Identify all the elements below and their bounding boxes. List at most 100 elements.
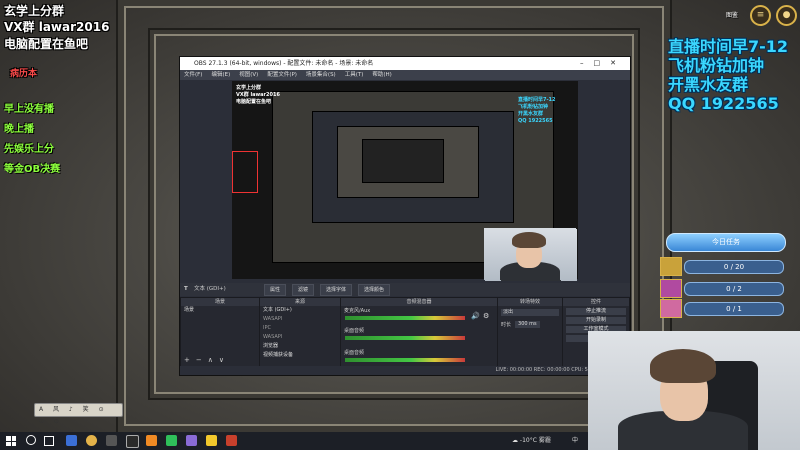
menu-icon[interactable]: ≡ <box>750 5 771 26</box>
quest-progress: 0 / 20 <box>684 260 784 274</box>
obs-status-bar: LIVE: 00:00:00 REC: 00:00:00 CPU: 5.7%, … <box>180 366 630 375</box>
overlay-qq-number: QQ 1922565 <box>668 94 779 113</box>
quest-icon <box>660 257 682 276</box>
menu-scene-collection[interactable]: 场景集合(S) <box>306 70 336 80</box>
taskbar-app-icon[interactable] <box>66 435 77 446</box>
streamer-hair <box>650 349 716 383</box>
audio-mixer-panel: 音频混音器 麦克风/Aux 桌面音频 桌面音频 🔊 ⚙ <box>340 297 498 367</box>
taskbar-app-icon[interactable] <box>186 435 197 446</box>
overlay-note-3: 先娱乐上分 <box>4 144 54 155</box>
select-font-button[interactable]: 选择字体 <box>320 284 353 296</box>
shop-icon[interactable]: ● <box>776 5 797 26</box>
quest-progress: 0 / 1 <box>684 302 784 316</box>
task-view-icon[interactable] <box>44 436 54 446</box>
overlay-fan-group: 开黑水友群 <box>668 75 749 94</box>
taskbar-app-icon[interactable] <box>106 435 117 446</box>
overlay-title: 玄学上分群 <box>4 4 65 18</box>
nested-capture-4 <box>362 139 444 183</box>
source-item[interactable]: WASAPI <box>260 333 340 342</box>
overlay-note-2: 晚上播 <box>4 124 34 135</box>
start-recording-button[interactable]: 开始录制 <box>566 317 626 324</box>
quest-row: 0 / 2 <box>660 279 784 298</box>
mixer-track-label: 桌面音频 <box>344 350 365 356</box>
selected-source-label: 文本 (GDI+) <box>194 286 226 292</box>
emote-toolbar[interactable]: A 风 ♪ 笑 ⊙ ⊙ ⊙ <box>34 403 123 425</box>
webcam-preview <box>484 228 576 280</box>
quest-progress: 0 / 2 <box>684 282 784 296</box>
obs-menu-bar: 文件(F) 编辑(E) 视图(V) 配置文件(P) 场景集合(S) 工具(T) … <box>180 70 630 80</box>
source-item[interactable]: 视频捕获设备 <box>260 351 340 360</box>
stop-streaming-button[interactable]: 停止推流 <box>566 308 626 315</box>
menu-file[interactable]: 文件(F) <box>184 70 202 80</box>
overlay-pc-config: 电脑配置在鱼吧 <box>4 37 89 51</box>
overlay-gift-note: 飞机粉钻加钟 <box>668 56 765 75</box>
overlay-note-4: 等金OB决赛 <box>4 164 61 175</box>
search-icon[interactable] <box>26 435 36 445</box>
taskbar-app-icon[interactable] <box>146 435 157 446</box>
taskbar-app-icon[interactable] <box>86 435 97 446</box>
select-color-button[interactable]: 选择颜色 <box>358 284 391 296</box>
overlay-stream-time: 直播时间早7-12 <box>668 37 789 56</box>
audio-meter <box>345 316 465 320</box>
webcam-main <box>588 331 800 450</box>
obs-title-bar[interactable]: OBS 27.1.3 (64-bit, windows) - 配置文件: 未命名… <box>180 57 630 70</box>
transitions-panel: 转场特效 淡出 时长 300 ms <box>497 297 563 367</box>
quest-row: 0 / 1 <box>660 299 784 318</box>
source-toolbar: T 文本 (GDI+) 属性 滤镜 选择字体 选择颜色 <box>180 283 630 296</box>
duration-row: 时长 300 ms <box>498 319 562 330</box>
taskbar-app-icon[interactable] <box>206 435 217 446</box>
source-item[interactable]: IPC <box>260 324 340 333</box>
text-source-icon: T <box>184 286 188 292</box>
scene-controls[interactable]: +−∧∨ <box>184 356 230 364</box>
ime-indicator[interactable]: 中 <box>572 432 578 450</box>
overlay-note-1: 早上没有播 <box>4 104 54 115</box>
obs-title-text: OBS 27.1.3 (64-bit, windows) - 配置文件: 未命名… <box>194 60 374 67</box>
quest-icon <box>660 299 682 318</box>
taskbar-app-icon[interactable] <box>226 435 237 446</box>
overlay-medical-record: 病历本 <box>10 69 38 79</box>
windows-taskbar: ☁ -10°C 雾霾 中 <box>0 432 588 450</box>
quest-icon <box>660 279 682 298</box>
volume-icon[interactable]: 🔊 <box>471 312 480 320</box>
properties-button[interactable]: 属性 <box>264 284 287 296</box>
sources-header: 来源 <box>260 298 340 306</box>
obs-window[interactable]: OBS 27.1.3 (64-bit, windows) - 配置文件: 未命名… <box>179 56 631 376</box>
mixer-track-label: 桌面音频 <box>344 328 365 334</box>
menu-edit[interactable]: 编辑(E) <box>211 70 230 80</box>
cloud-icon: ☁ <box>512 437 518 444</box>
scenes-header: 场景 <box>181 298 259 306</box>
mixer-header: 音频混音器 <box>341 298 497 306</box>
overlay-vx-group: VX群 lawar2016 <box>4 20 110 34</box>
source-item[interactable]: WASAPI <box>260 315 340 324</box>
gear-icon[interactable]: ⚙ <box>483 312 489 320</box>
source-item[interactable]: 浏览器 <box>260 342 340 351</box>
filters-button[interactable]: 滤镜 <box>292 284 315 296</box>
taskbar-app-icon[interactable] <box>126 435 139 448</box>
taskbar-app-icon[interactable] <box>166 435 177 446</box>
daily-quests-button[interactable]: 今日任务 <box>666 233 786 252</box>
audio-meter <box>345 336 465 340</box>
scene-item[interactable]: 场景 <box>181 306 259 315</box>
duration-input[interactable]: 300 ms <box>515 321 540 328</box>
weather-widget[interactable]: ☁ -10°C 雾霾 <box>512 432 551 450</box>
preview-red-box <box>232 151 258 193</box>
sources-panel: 来源 文本 (GDI+) WASAPI IPC WASAPI 浏览器 视频捕获设… <box>259 297 341 367</box>
menu-view[interactable]: 视图(V) <box>239 70 258 80</box>
menu-tools[interactable]: 工具(T) <box>345 70 364 80</box>
start-icon[interactable] <box>6 436 16 446</box>
controls-header: 控件 <box>563 298 629 306</box>
transition-select[interactable]: 淡出 <box>501 309 559 316</box>
weather-text: -10°C 雾霾 <box>519 437 551 444</box>
menu-profile[interactable]: 配置文件(P) <box>267 70 297 80</box>
menu-help[interactable]: 帮助(H) <box>372 70 391 80</box>
window-controls[interactable]: –□✕ <box>580 57 626 70</box>
scenes-panel: 场景 场景 +−∧∨ <box>180 297 260 367</box>
source-item[interactable]: 文本 (GDI+) <box>260 306 340 315</box>
preview-overlay-text: 玄学上分群 VX群 lawar2016 电脑配置在鱼吧 <box>236 85 280 105</box>
collection-label[interactable]: 图鉴 <box>726 10 738 19</box>
preview-overlay-blue: 直播时间早7-12 飞机粉钻加钟 开黑水友群 QQ 1922565 <box>518 97 556 124</box>
audio-meter <box>345 358 465 362</box>
quest-row: 0 / 20 <box>660 257 784 276</box>
duration-label: 时长 <box>501 322 512 328</box>
transitions-header: 转场特效 <box>498 298 562 306</box>
